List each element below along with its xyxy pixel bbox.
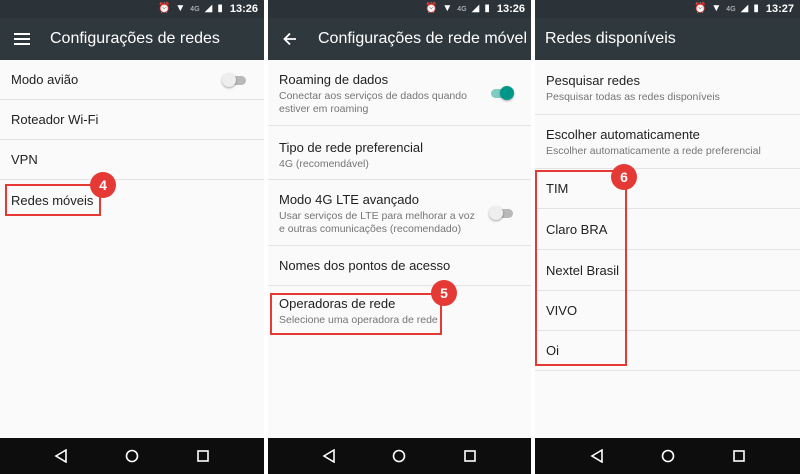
item-label: Roaming de dados (279, 72, 389, 87)
list-item-enhanced-4g-lte[interactable]: Modo 4G LTE avançado Usar serviços de LT… (268, 180, 531, 246)
list-item-wifi-router[interactable]: Roteador Wi-Fi (0, 100, 264, 140)
wifi-icon: ▼ (175, 3, 186, 14)
highlight-box (270, 293, 442, 335)
item-label: Modo avião (11, 72, 79, 87)
list-item-vpn[interactable]: VPN (0, 140, 264, 180)
alarm-icon: ⏰ (693, 3, 707, 14)
back-triangle-icon[interactable] (317, 444, 341, 468)
network-type: 4G (726, 5, 736, 13)
mobile-network-settings-screen: ⏰ ▼ 4G ◢ ▮ 13:26 Configurações de rede m… (268, 0, 531, 474)
step-badge: 5 (431, 280, 457, 306)
app-bar: Configurações de redes (0, 18, 264, 60)
clock: 13:27 (765, 3, 794, 15)
back-arrow-icon[interactable] (276, 18, 304, 60)
clock: 13:26 (496, 3, 525, 15)
status-bar: ⏰ ▼ 4G ◢ ▮ 13:26 (268, 0, 531, 18)
alarm-icon: ⏰ (424, 3, 438, 14)
page-title: Redes disponíveis (545, 30, 676, 47)
network-settings-screen: ⏰ ▼ 4G ◢ ▮ 13:26 Configurações de redes … (0, 0, 264, 474)
home-circle-icon[interactable] (120, 444, 144, 468)
network-type: 4G (457, 5, 467, 13)
status-bar: ⏰ ▼ 4G ◢ ▮ 13:26 (0, 0, 264, 18)
page-title: Configurações de rede móvel (318, 30, 528, 47)
signal-icon: ◢ (740, 3, 749, 14)
item-label: Escolher automaticamente (546, 127, 700, 142)
wifi-icon: ▼ (711, 3, 722, 14)
item-label: Tipo de rede preferencial (279, 140, 424, 155)
recents-square-icon[interactable] (191, 444, 215, 468)
highlight-box (535, 170, 627, 366)
signal-icon: ◢ (471, 3, 480, 14)
list-item-data-roaming[interactable]: Roaming de dados Conectar aos serviços d… (268, 60, 531, 126)
wifi-icon: ▼ (442, 3, 453, 14)
item-label: VPN (11, 152, 38, 167)
data-roaming-toggle[interactable] (489, 86, 514, 100)
navigation-bar (535, 438, 800, 474)
clock: 13:26 (229, 3, 258, 15)
battery-icon: ▮ (484, 3, 490, 14)
page-title: Configurações de redes (50, 30, 220, 47)
list-item-choose-automatically[interactable]: Escolher automaticamente Escolher automa… (535, 115, 800, 169)
status-bar: ⏰ ▼ 4G ◢ ▮ 13:27 (535, 0, 800, 18)
item-label: Pesquisar redes (546, 73, 640, 88)
item-summary: 4G (recomendável) (279, 158, 369, 170)
home-circle-icon[interactable] (387, 444, 411, 468)
enhanced-4g-lte-toggle[interactable] (489, 206, 513, 220)
signal-icon: ◢ (204, 3, 213, 14)
item-summary: Escolher automaticamente a rede preferen… (546, 145, 761, 157)
back-triangle-icon[interactable] (49, 444, 73, 468)
available-networks-screen: ⏰ ▼ 4G ◢ ▮ 13:27 Redes disponíveis Pesqu… (535, 0, 800, 474)
network-type: 4G (190, 5, 200, 13)
app-bar: Redes disponíveis (535, 18, 800, 60)
home-circle-icon[interactable] (656, 444, 680, 468)
item-summary: Usar serviços de LTE para melhorar a voz… (279, 210, 475, 235)
menu-icon[interactable] (8, 18, 36, 60)
list-item-preferred-network-type[interactable]: Tipo de rede preferencial 4G (recomendáv… (268, 126, 531, 180)
navigation-bar (268, 438, 531, 474)
item-label: Nomes dos pontos de acesso (279, 258, 451, 273)
list-item-airplane-mode[interactable]: Modo avião (0, 60, 264, 100)
battery-icon: ▮ (217, 3, 223, 14)
battery-icon: ▮ (753, 3, 759, 14)
recents-square-icon[interactable] (458, 444, 482, 468)
navigation-bar (0, 438, 264, 474)
app-bar: Configurações de rede móvel (268, 18, 531, 60)
recents-square-icon[interactable] (727, 444, 751, 468)
alarm-icon: ⏰ (157, 3, 171, 14)
item-summary: Conectar aos serviços de dados quando es… (279, 90, 467, 115)
back-triangle-icon[interactable] (585, 444, 609, 468)
step-badge: 4 (90, 172, 116, 198)
list-item-access-point-names[interactable]: Nomes dos pontos de acesso (268, 246, 531, 286)
airplane-mode-toggle[interactable] (222, 72, 246, 87)
highlight-box (5, 184, 101, 216)
item-label: Modo 4G LTE avançado (279, 192, 419, 207)
item-summary: Pesquisar todas as redes disponíveis (546, 91, 720, 103)
item-label: Roteador Wi-Fi (11, 112, 99, 127)
list-item-search-networks[interactable]: Pesquisar redes Pesquisar todas as redes… (535, 60, 800, 115)
step-badge: 6 (611, 164, 637, 190)
